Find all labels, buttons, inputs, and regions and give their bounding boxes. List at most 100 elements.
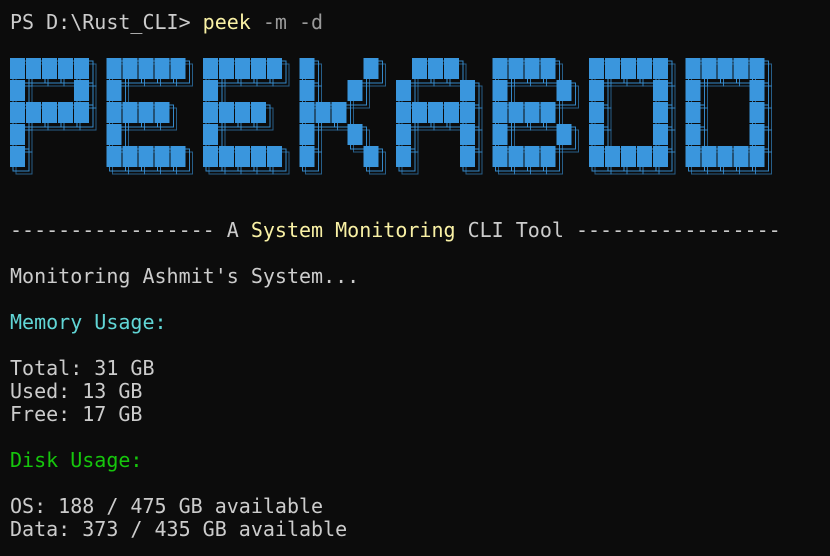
banner-block [524,146,540,167]
banner-block [492,124,508,145]
banner-letter [203,58,290,175]
banner-block [589,146,604,167]
banner-block [154,58,170,79]
banner-block [428,102,443,123]
tagline: ----------------- A System Monitoring CL… [10,219,781,242]
banner-block [444,102,459,123]
banner-block [492,80,508,101]
banner-block [10,80,25,101]
banner-block [685,102,701,123]
banner-block [106,124,122,145]
banner-block [138,146,154,167]
banner-block [589,80,604,101]
banner-block [251,102,266,123]
disk-heading: Disk Usage: [10,448,143,472]
banner-block [203,146,218,167]
banner-block [299,124,315,145]
banner-block [106,80,122,101]
banner-block [589,102,604,123]
banner-block [508,146,524,167]
banner-block [363,58,379,79]
banner-block [42,102,57,123]
banner-block [58,58,73,79]
banner-block [460,102,475,123]
banner-block [412,58,427,79]
banner-block [26,102,41,123]
banner-block [460,80,475,101]
banner-block [219,58,234,79]
banner-block [621,58,636,79]
banner-block [701,146,717,167]
tagline-highlight: System Monitoring [250,218,456,242]
banner-block [653,58,668,79]
banner-block [396,124,411,145]
banner-block [589,58,604,79]
banner-block [540,102,556,123]
banner-block [749,80,765,101]
banner-block [122,58,138,79]
banner-block [10,102,25,123]
banner-block [74,58,89,79]
banner-block [540,58,556,79]
banner-block [412,102,427,123]
banner-block [653,80,668,101]
banner-block [122,146,138,167]
banner-block [251,58,266,79]
banner-block [524,58,540,79]
banner-block [299,58,315,79]
banner-block [749,58,765,79]
banner-block [138,102,154,123]
banner-letter [492,58,579,175]
banner-block [396,146,411,167]
banner-block [556,80,572,101]
banner-block [267,58,282,79]
banner-letter [396,58,483,175]
shell-prompt: PS D:\Rust_CLI> [10,10,203,34]
banner-block [170,146,186,167]
memory-total: Total: 31 GB [10,356,155,380]
banner-block [460,124,475,145]
banner-block [42,58,57,79]
banner-block [10,124,25,145]
banner-block [508,58,524,79]
banner-block [235,102,250,123]
banner-block [203,80,218,101]
banner-block [58,102,73,123]
banner-block [26,58,41,79]
disk-os: OS: 188 / 475 GB available [10,494,324,518]
banner-block [717,146,733,167]
banner-block [508,102,524,123]
banner-block [235,146,250,167]
banner-block [219,146,234,167]
banner-block [492,146,508,167]
command-line: PS D:\Rust_CLI> peek -m -d [10,11,323,34]
banner-block [347,80,363,101]
tagline-suffix: CLI Tool [455,218,576,242]
banner-block [540,146,556,167]
memory-free: Free: 17 GB [10,402,143,426]
banner-block [733,146,749,167]
banner-block [154,102,170,123]
banner-block [589,124,604,145]
banner-block [138,58,154,79]
banner-block [219,102,234,123]
banner-block [154,146,170,167]
banner-block [299,80,315,101]
banner-letter [106,58,193,175]
tagline-dashes-right: ----------------- [575,218,781,242]
memory-heading: Memory Usage: [10,310,167,334]
banner-block [460,146,475,167]
banner-block [267,146,282,167]
banner-block [331,102,347,123]
banner-block [637,58,652,79]
banner-block [74,102,89,123]
banner-block [10,58,25,79]
command-name: peek [202,10,251,34]
banner-block [396,102,411,123]
banner-block [733,58,749,79]
banner-block [653,102,668,123]
disk-data: Data: 373 / 435 GB available [10,517,348,541]
banner-block [10,146,25,167]
banner-block [203,102,218,123]
banner-block [685,146,701,167]
